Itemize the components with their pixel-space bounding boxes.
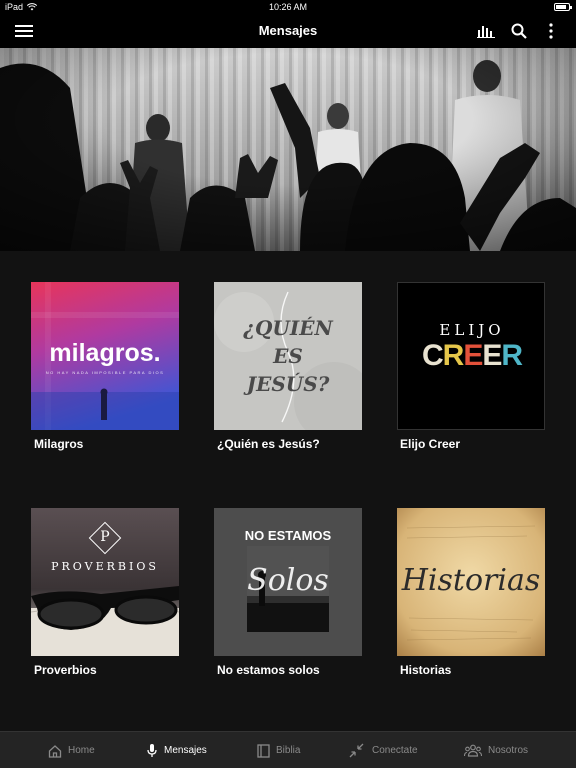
message-series-card[interactable]: ELIJO CREER Elijo Creer	[397, 282, 545, 451]
series-title[interactable]: Milagros	[31, 437, 179, 451]
message-series-card[interactable]: milagros. NO HAY NADA IMPOSIBLE PARA DIO…	[31, 282, 179, 451]
series-title[interactable]: Proverbios	[31, 663, 179, 677]
book-icon	[257, 743, 270, 758]
tab-label: Nosotros	[488, 745, 529, 756]
series-artwork[interactable]: milagros. NO HAY NADA IMPOSIBLE PARA DIO…	[31, 282, 179, 430]
status-bar: iPad 10:26 AM	[0, 0, 576, 14]
message-series-card[interactable]: P PROVERBIOS Proverbios	[31, 508, 179, 677]
artwork-line-2: Solos	[247, 563, 329, 598]
message-series-card[interactable]: ¿QUIÉN ES JESÚS? ¿Quién es Jesús?	[214, 282, 362, 451]
artwork-title: milagros.	[49, 339, 161, 367]
tab-nosotros[interactable]: Nosotros	[464, 732, 528, 768]
status-time: 10:26 AM	[268, 2, 308, 12]
series-title[interactable]: Elijo Creer	[397, 437, 545, 451]
series-title[interactable]: Historias	[397, 663, 545, 677]
battery-level	[556, 5, 567, 9]
artwork-title: Historias	[401, 563, 541, 598]
series-artwork[interactable]: Historias	[397, 508, 545, 656]
artwork-monogram: P	[100, 529, 110, 545]
artwork-subtitle: NO HAY NADA IMPOSIBLE PARA DIOS	[45, 370, 165, 375]
artwork-line-1: NO ESTAMOS	[244, 528, 332, 543]
series-artwork[interactable]: ¿QUIÉN ES JESÚS?	[214, 282, 362, 430]
tab-home[interactable]: Home	[48, 732, 95, 768]
tab-label: Mensajes	[164, 745, 207, 756]
more-vertical-icon[interactable]	[541, 22, 561, 40]
equalizer-icon[interactable]	[476, 22, 496, 40]
microphone-icon	[147, 744, 157, 757]
artwork-line-3: JESÚS?	[246, 372, 330, 396]
tab-label: Biblia	[276, 745, 301, 756]
artwork-line-2: ES	[273, 344, 303, 368]
series-title[interactable]: No estamos solos	[214, 663, 362, 677]
series-artwork[interactable]: NO ESTAMOS Solos	[214, 508, 362, 656]
artwork-line-1: ¿QUIÉN	[243, 316, 333, 340]
tab-label: Conectate	[372, 745, 418, 756]
battery-icon	[554, 3, 572, 11]
tab-conectate[interactable]: Conectate	[349, 732, 418, 768]
tab-label: Home	[68, 745, 95, 756]
artwork-line-1: ELIJO	[439, 321, 505, 339]
message-series-card[interactable]: Historias Historias	[397, 508, 545, 677]
tab-mensajes[interactable]: Mensajes	[146, 732, 207, 768]
home-icon	[48, 744, 62, 758]
message-series-card[interactable]: NO ESTAMOS Solos No estamos solos	[214, 508, 362, 677]
tab-bar: Home Mensajes Biblia Conectate Nosotros	[0, 731, 576, 768]
group-icon	[464, 744, 482, 757]
tab-biblia[interactable]: Biblia	[257, 732, 300, 768]
hero-banner	[0, 48, 576, 251]
series-artwork[interactable]: P PROVERBIOS	[31, 508, 179, 656]
artwork-title: PROVERBIOS	[51, 560, 159, 573]
series-title[interactable]: ¿Quién es Jesús?	[214, 437, 362, 451]
nav-bar: Mensajes	[0, 14, 576, 48]
artwork-line-2: CREER	[421, 339, 523, 372]
search-icon[interactable]	[509, 22, 529, 40]
arrows-in-icon	[349, 743, 364, 758]
series-artwork[interactable]: ELIJO CREER	[397, 282, 545, 430]
